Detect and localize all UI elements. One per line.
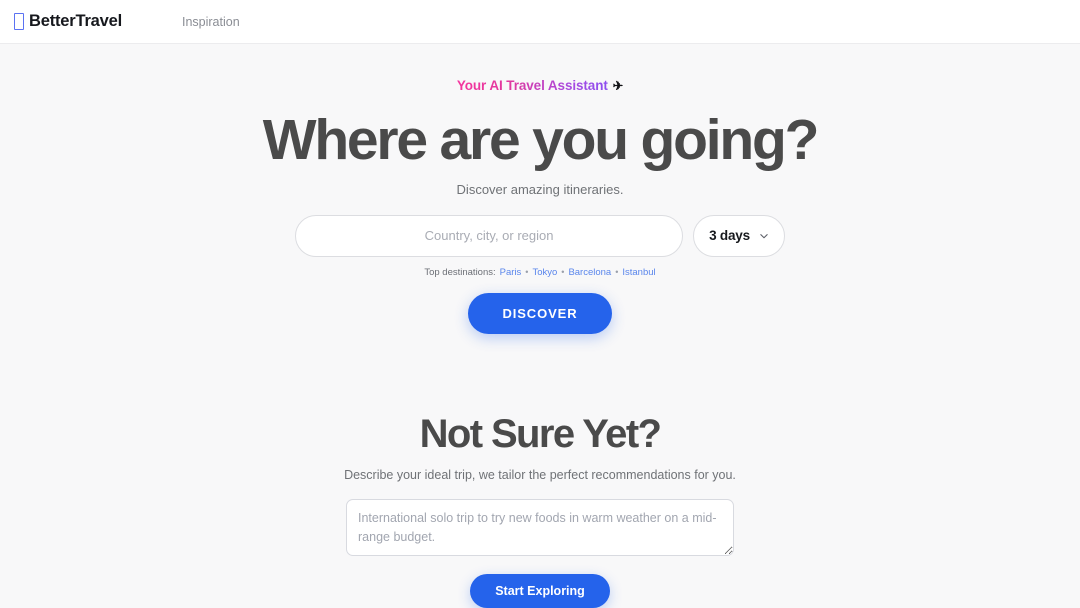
brand-logo[interactable]: BetterTravel <box>14 12 122 31</box>
separator-dot: • <box>615 267 619 278</box>
destination-link-paris[interactable]: Paris <box>500 267 522 278</box>
hero-eyebrow-text: Your AI Travel Assistant <box>456 78 608 93</box>
search-row: 3 days <box>295 214 785 257</box>
brand-name: BetterTravel <box>29 12 122 30</box>
start-exploring-button[interactable]: Start Exploring <box>470 574 610 608</box>
destination-search-input[interactable] <box>295 214 684 257</box>
chevron-down-icon <box>760 233 768 239</box>
top-destinations: Top destinations: Paris • Tokyo • Barcel… <box>424 267 655 278</box>
separator-dot: • <box>561 267 565 278</box>
airplane-icon: ✈ <box>612 79 624 93</box>
site-header: BetterTravel Inspiration <box>0 0 1080 44</box>
page-content: Your AI Travel Assistant ✈ Where are you… <box>0 44 1080 608</box>
separator-dot: • <box>525 267 529 278</box>
ideas-subtitle: Describe your ideal trip, we tailor the … <box>344 467 736 482</box>
trip-duration-select[interactable]: 3 days <box>693 214 785 257</box>
destination-link-istanbul[interactable]: Istanbul <box>622 267 655 278</box>
trip-description-textarea[interactable] <box>346 498 734 557</box>
destination-link-tokyo[interactable]: Tokyo <box>532 267 557 278</box>
ideas-title: Not Sure Yet? <box>419 411 662 456</box>
discover-button[interactable]: DISCOVER <box>468 292 612 334</box>
trip-duration-value: 3 days <box>709 228 750 244</box>
top-destinations-label: Top destinations: <box>424 266 496 278</box>
hero-subtitle: Discover amazing itineraries. <box>456 181 624 197</box>
tofu-box-icon <box>14 13 24 30</box>
page-title: Where are you going? <box>262 108 820 172</box>
main-nav: Inspiration <box>182 15 240 29</box>
nav-link-inspiration[interactable]: Inspiration <box>182 15 240 29</box>
hero-eyebrow: Your AI Travel Assistant ✈ <box>457 78 623 93</box>
destination-link-barcelona[interactable]: Barcelona <box>568 267 611 278</box>
